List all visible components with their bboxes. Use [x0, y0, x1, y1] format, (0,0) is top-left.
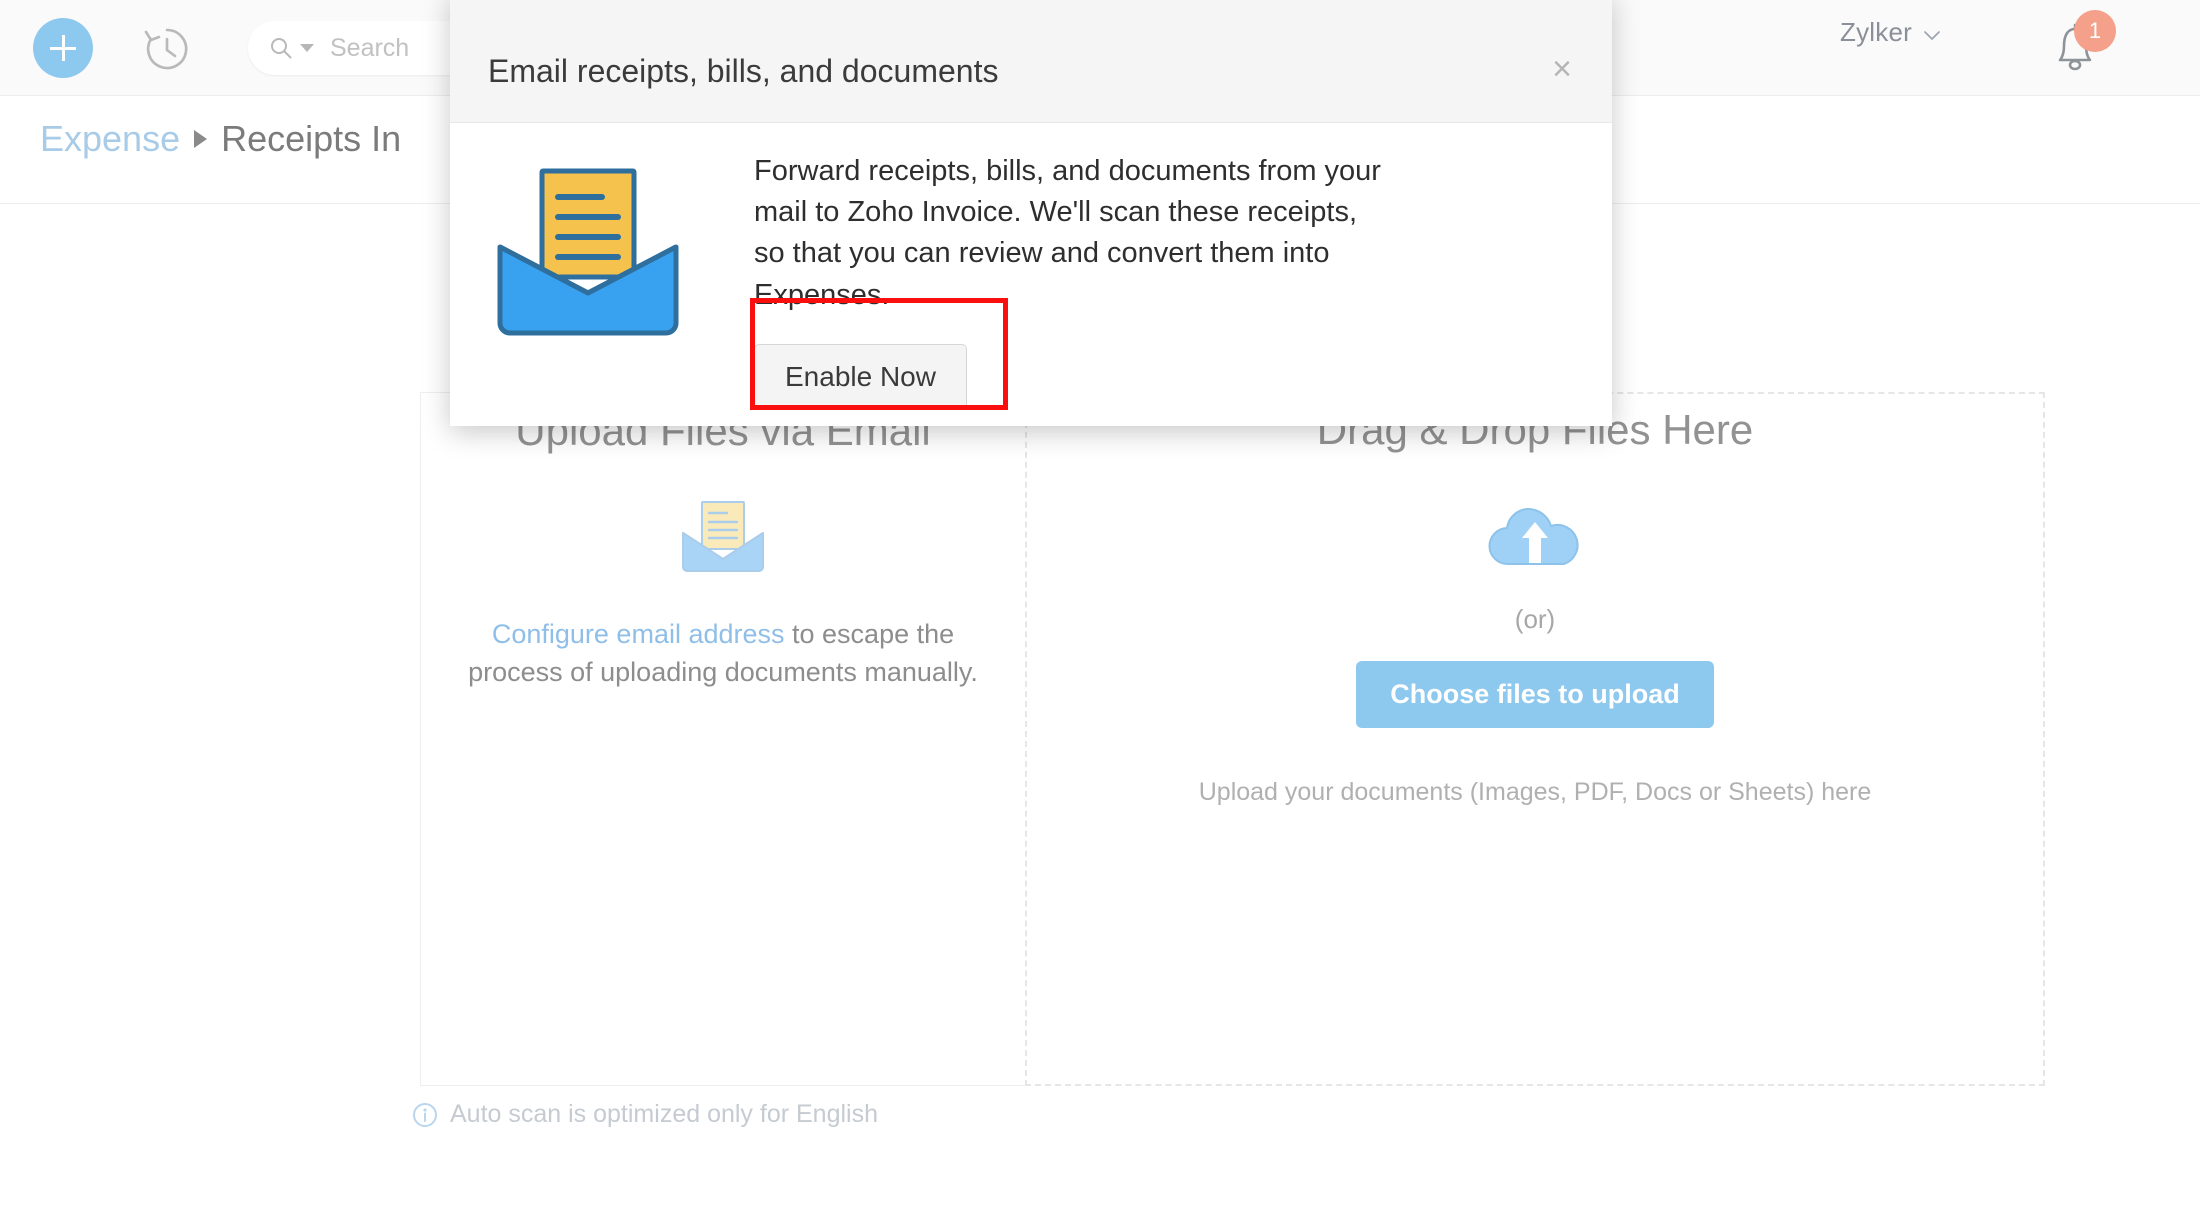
app-root: Zylker 1 Expense Receipts In Upload File… [0, 0, 2200, 1212]
drag-drop-or-text: (or) [1514, 604, 1556, 634]
organization-menu[interactable]: Zylker [1840, 17, 1940, 48]
close-icon[interactable]: × [1552, 52, 1572, 86]
modal-body-text: Forward receipts, bills, and documents f… [754, 155, 1381, 311]
search-icon [271, 38, 292, 59]
auto-scan-note-text: Auto scan is optimized only for English [450, 1100, 878, 1128]
clock-history-icon [144, 28, 188, 70]
breadcrumb-root-link[interactable]: Expense [40, 118, 180, 160]
auto-scan-note: Auto scan is optimized only for English [412, 1100, 878, 1129]
recent-activity-button[interactable] [140, 22, 194, 76]
breadcrumb: Expense Receipts In [40, 118, 401, 160]
modal-copy: Forward receipts, bills, and documents f… [754, 151, 1394, 410]
breadcrumb-current: Receipts In [221, 118, 402, 159]
receipt-upload-area: Upload Files via Email Configure email a… [420, 392, 2045, 1086]
modal-title: Email receipts, bills, and documents [488, 52, 999, 89]
open-envelope-letter-icon [682, 501, 764, 572]
notifications-button[interactable]: 1 [2040, 10, 2116, 78]
cloud-upload-icon [1488, 507, 1579, 566]
notification-count-badge: 1 [2074, 10, 2116, 52]
email-receipts-modal: Email receipts, bills, and documents × F… [450, 0, 1612, 426]
triangle-right-icon [194, 130, 208, 148]
organization-name: Zylker [1840, 17, 1912, 47]
upload-via-email-panel: Upload Files via Email Configure email a… [420, 392, 1025, 1086]
search-scope-caret-icon[interactable] [300, 44, 314, 52]
enable-now-button[interactable]: Enable Now [754, 343, 967, 410]
configure-email-address-link[interactable]: Configure email address [492, 619, 785, 649]
modal-header: Email receipts, bills, and documents × [450, 0, 1612, 123]
upload-hint-text: Upload your documents (Images, PDF, Docs… [1198, 778, 1872, 806]
open-envelope-letter-icon [497, 168, 679, 336]
info-circle-icon [413, 1102, 437, 1127]
modal-body: Forward receipts, bills, and documents f… [450, 123, 1612, 410]
add-new-button[interactable] [33, 18, 93, 78]
chevron-down-icon [1924, 31, 1940, 40]
drag-and-drop-panel[interactable]: Drag & Drop Files Here (or) Choose files… [1025, 392, 2045, 1086]
upload-via-email-description: Configure email address to escape the pr… [421, 615, 1025, 692]
choose-files-to-upload-button[interactable]: Choose files to upload [1356, 661, 1714, 728]
